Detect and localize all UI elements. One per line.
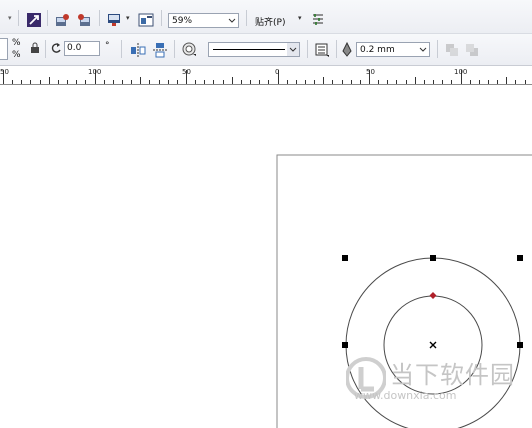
selection-handle[interactable] <box>430 255 436 261</box>
watermark-text: 当下软件园 <box>390 361 515 389</box>
toolbar-separator <box>45 40 46 58</box>
standard-toolbar: ▾ ▾ 59% 贴齐(P) ▾ <box>0 0 532 34</box>
toolbar-separator <box>99 10 100 26</box>
wrap-text-icon[interactable] <box>314 42 330 58</box>
rotation-angle-input[interactable]: 0.0 <box>64 41 100 56</box>
scale-field-stub[interactable] <box>0 38 8 60</box>
outline-width-icon <box>341 41 353 58</box>
ruler-label: 50 <box>366 68 375 76</box>
ruler-label: 50 <box>0 68 9 76</box>
mirror-horizontal-icon[interactable] <box>130 42 146 58</box>
chevron-down-icon <box>419 47 427 52</box>
lock-ratio-icon[interactable] <box>29 42 41 54</box>
selection-handle[interactable] <box>342 342 348 348</box>
selection-handle[interactable] <box>517 255 523 261</box>
watermark-url: www.downxia.com <box>354 389 457 402</box>
toolbar-separator <box>174 40 175 58</box>
outline-width-value: 0.2 mm <box>360 45 395 55</box>
toolbar-separator <box>437 40 438 58</box>
options-icon[interactable] <box>310 12 326 28</box>
scale-percent-y: % <box>12 50 21 60</box>
toolbar-separator <box>18 10 19 26</box>
snap-to-menu-button[interactable]: 贴齐(P) <box>255 15 285 28</box>
ruler-label: 100 <box>454 68 468 76</box>
chevron-down-icon <box>228 18 236 23</box>
zoom-level-value: 59% <box>172 16 193 26</box>
outline-width-dropdown[interactable]: 0.2 mm <box>356 42 430 57</box>
rotate-icon <box>50 42 62 54</box>
welcome-screen-icon[interactable] <box>138 12 154 28</box>
export-icon[interactable] <box>76 12 92 28</box>
scale-percent-x: % <box>12 38 21 48</box>
dropdown-arrow-icon[interactable]: ▾ <box>126 14 130 22</box>
watermark: 当下软件园 www.downxia.com <box>344 353 532 409</box>
ruler-label: 0 <box>275 68 280 76</box>
zoom-level-dropdown[interactable]: 59% <box>168 13 239 28</box>
dropdown-arrow-icon[interactable]: ▾ <box>298 14 302 22</box>
to-back-icon[interactable] <box>464 42 480 58</box>
ruler-label: 100 <box>88 68 102 76</box>
horizontal-ruler[interactable]: 50 100 50 0 50 100 <box>0 66 532 85</box>
degree-symbol: ° <box>105 41 110 51</box>
node-marker[interactable] <box>429 292 437 299</box>
toolbar-separator <box>307 40 308 58</box>
ruler-label: 50 <box>182 68 191 76</box>
toolbar-separator <box>47 10 48 26</box>
outline-style-dropdown[interactable] <box>208 42 300 57</box>
import-icon[interactable] <box>54 12 70 28</box>
mirror-vertical-icon[interactable] <box>152 42 168 58</box>
toolbar-separator <box>161 10 162 26</box>
outline-pen-icon[interactable] <box>181 41 197 57</box>
center-marker[interactable] <box>429 341 437 349</box>
toolbar-separator <box>246 10 247 26</box>
toolbar-separator <box>336 40 337 58</box>
toolbar-separator <box>121 40 122 58</box>
to-front-icon[interactable] <box>444 42 460 58</box>
line-style-preview <box>213 49 285 50</box>
chevron-down-icon <box>287 43 299 56</box>
corel-launcher-icon[interactable] <box>26 12 42 28</box>
selection-handle[interactable] <box>342 255 348 261</box>
property-bar: % % 0.0 ° 0.2 mm <box>0 34 532 66</box>
application-launcher-icon[interactable] <box>106 12 122 28</box>
ruler-ticks <box>3 70 526 84</box>
dropdown-arrow-icon[interactable]: ▾ <box>8 14 12 22</box>
selection-handle[interactable] <box>517 342 523 348</box>
